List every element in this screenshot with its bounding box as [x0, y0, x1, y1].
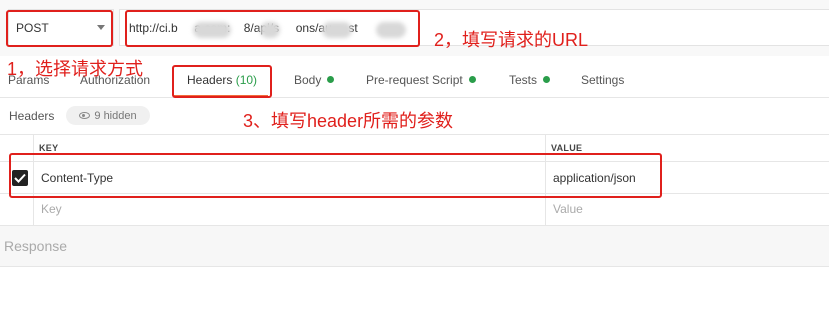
annotation-step3: 3、填写header所需的参数	[243, 111, 454, 131]
eye-icon	[79, 112, 91, 119]
tab-settings[interactable]: Settings	[581, 73, 624, 87]
annotation-box-headers-tab	[172, 65, 272, 98]
response-pane	[0, 225, 829, 267]
annotation-box-header-row	[9, 153, 662, 198]
tab-tests[interactable]: Tests	[509, 73, 551, 87]
status-dot-icon	[468, 76, 476, 83]
tab-tests-label: Tests	[509, 73, 538, 87]
new-value-input[interactable]: Value	[553, 202, 583, 216]
status-dot-icon	[543, 76, 551, 83]
hidden-headers-toggle[interactable]: 9 hidden	[66, 106, 150, 125]
tabs-divider	[0, 97, 829, 98]
new-key-input[interactable]: Key	[41, 202, 62, 216]
annotation-step1: 1，选择请求方式	[7, 59, 144, 79]
tab-body[interactable]: Body	[294, 73, 335, 87]
response-label: Response	[4, 238, 68, 254]
column-header-key: KEY	[39, 143, 59, 153]
annotation-step2: 2，填写请求的URL	[434, 30, 589, 50]
hidden-count-text: 9 hidden	[94, 109, 137, 122]
tab-body-label: Body	[294, 73, 322, 87]
tab-pre-request-label: Pre-request Script	[366, 73, 463, 87]
headers-section-label: Headers	[9, 109, 55, 123]
annotation-box-url	[125, 10, 420, 47]
table-top-border	[0, 134, 829, 135]
status-dot-icon	[327, 76, 335, 83]
annotation-box-method	[6, 10, 113, 47]
column-header-value: VALUE	[551, 143, 583, 153]
tab-pre-request-script[interactable]: Pre-request Script	[366, 73, 476, 87]
